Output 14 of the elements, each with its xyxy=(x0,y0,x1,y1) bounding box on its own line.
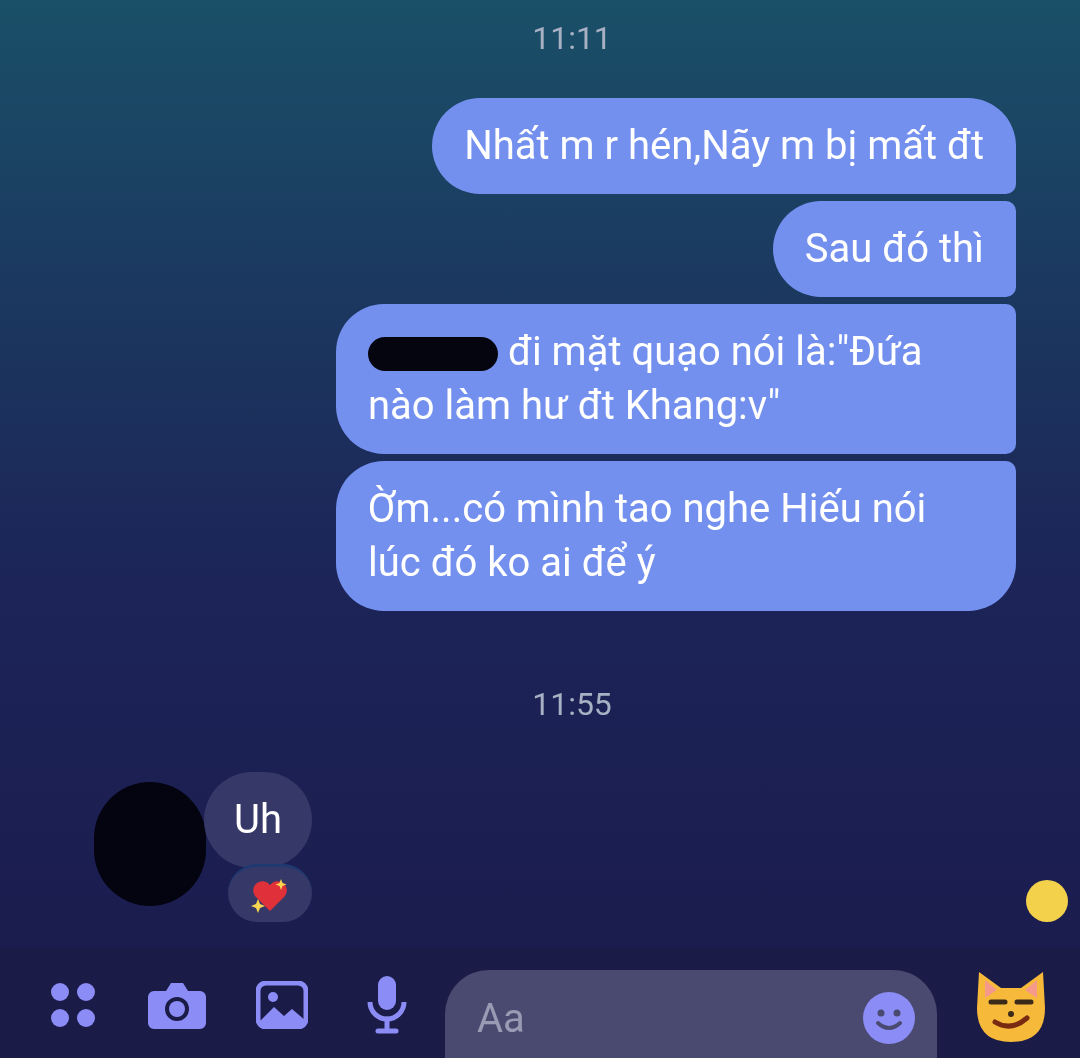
message-bubble: Nhất m r hén,Nãy m bị mất đt xyxy=(432,98,1016,194)
message-bubble: đi mặt quạo nói là:"Đứa nào làm hư đt Khang:v" xyxy=(336,304,1016,454)
message-field[interactable]: Aa xyxy=(445,970,937,1058)
seen-indicator-icon xyxy=(1026,880,1068,922)
message-bubble: Sau đó thì xyxy=(772,201,1016,297)
image-icon[interactable] xyxy=(256,981,308,1029)
microphone-icon[interactable] xyxy=(366,976,408,1034)
message-bubble: Ờm...có mình tao nghe Hiếu nói lúc đó ko ai để ý xyxy=(336,461,1016,611)
message-bubble: Uh xyxy=(204,772,312,868)
timestamp: 11:55 xyxy=(532,684,612,725)
emoji-icon[interactable] xyxy=(863,992,915,1044)
camera-icon[interactable] xyxy=(148,981,206,1029)
apps-icon[interactable] xyxy=(48,980,98,1030)
timestamp: 11:11 xyxy=(532,18,612,59)
